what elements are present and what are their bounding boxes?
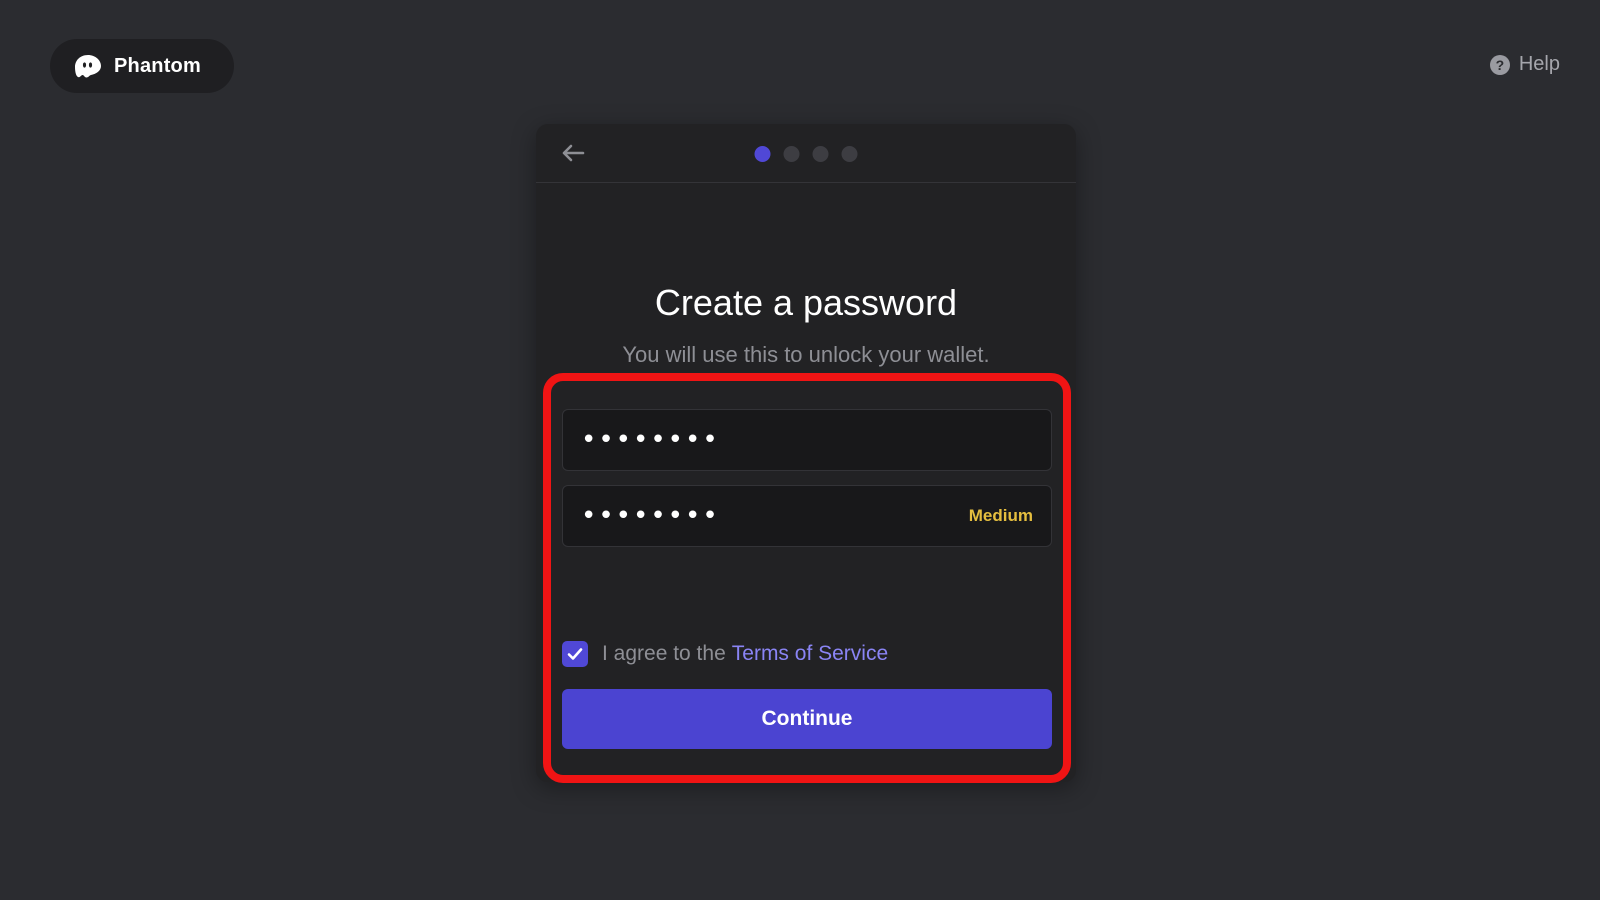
phantom-ghost-logo-icon xyxy=(75,55,101,78)
step-dot-4 xyxy=(841,146,858,162)
onboarding-card: Create a password You will use this to u… xyxy=(536,124,1076,782)
arrow-left-icon xyxy=(562,144,585,162)
confirm-password-input[interactable] xyxy=(581,501,969,531)
password-strength-label: Medium xyxy=(968,506,1033,525)
card-header xyxy=(536,124,1076,183)
terms-checkbox[interactable] xyxy=(562,641,588,667)
brand-pill[interactable]: Phantom xyxy=(50,39,234,93)
step-dot-2 xyxy=(783,146,800,162)
help-link[interactable]: ? Help xyxy=(1489,53,1560,76)
continue-button[interactable]: Continue xyxy=(562,689,1052,749)
confirm-password-field[interactable]: Medium xyxy=(562,485,1052,547)
password-input[interactable] xyxy=(581,425,1033,455)
page-subtitle: You will use this to unlock your wallet. xyxy=(622,342,990,367)
password-field[interactable] xyxy=(562,409,1052,471)
checkmark-icon xyxy=(567,648,583,660)
question-circle-icon: ? xyxy=(1489,54,1510,75)
terms-row: I agree to the Terms of Service xyxy=(562,641,888,667)
help-label: Help xyxy=(1518,53,1560,75)
back-button[interactable] xyxy=(556,138,590,168)
terms-prefix: I agree to the xyxy=(602,642,726,665)
step-indicator xyxy=(754,146,858,162)
step-dot-1 xyxy=(754,146,771,162)
page-title: Create a password xyxy=(654,282,958,323)
step-dot-3 xyxy=(812,146,829,162)
brand-name: Phantom xyxy=(114,54,201,77)
terms-of-service-link[interactable]: Terms of Service xyxy=(732,642,888,665)
